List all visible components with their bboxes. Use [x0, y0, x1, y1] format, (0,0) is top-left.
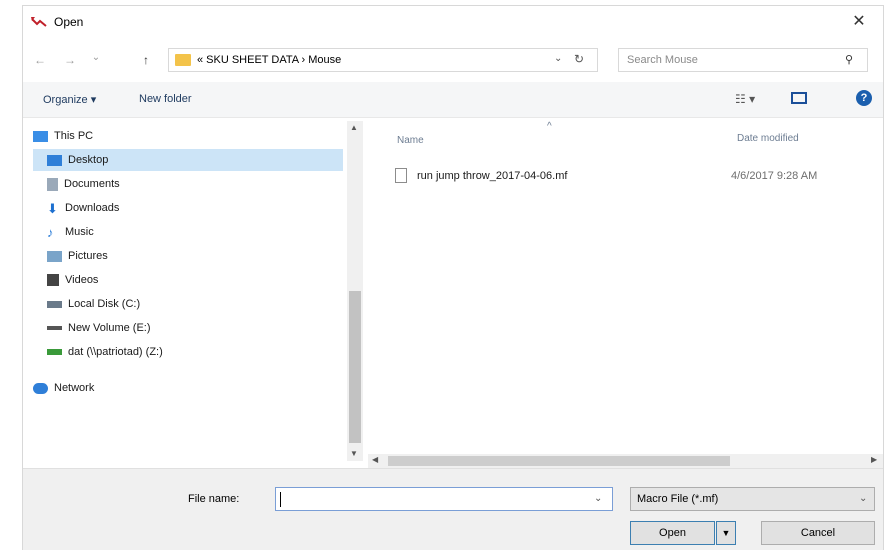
folder-icon — [175, 54, 191, 66]
file-name-label: File name: — [188, 493, 240, 505]
videos-icon — [47, 274, 59, 287]
nav-item-network[interactable]: Network — [33, 377, 343, 399]
documents-icon — [47, 177, 58, 191]
pictures-icon — [47, 250, 62, 262]
nav-item-documents[interactable]: Documents — [33, 173, 343, 195]
open-dialog: Open ✕ ← → ⌄ ↑ « SKU SHEET DATA › Mouse … — [22, 5, 884, 550]
file-type-value[interactable]: Macro File (*.mf) — [637, 493, 718, 505]
nav-item-desktop[interactable]: Desktop — [33, 149, 343, 171]
scroll-up-icon[interactable]: ▲ — [350, 123, 358, 132]
nav-item-pictures[interactable]: Pictures — [33, 245, 343, 267]
cancel-button[interactable]: Cancel — [761, 521, 875, 545]
network-drive-icon — [47, 349, 62, 356]
column-header-name[interactable]: Name — [397, 135, 424, 146]
organize-menu[interactable]: Organize ▾ — [43, 93, 96, 106]
close-button[interactable]: ✕ — [841, 10, 877, 34]
music-icon: ♪ — [47, 224, 54, 240]
file-icon — [395, 168, 407, 183]
file-type-dropdown-icon[interactable]: ⌄ — [859, 493, 867, 504]
computer-icon — [33, 130, 48, 142]
search-icon[interactable]: ⚲ — [845, 53, 853, 66]
file-name: run jump throw_2017-04-06.mf — [417, 170, 568, 182]
new-folder-button[interactable]: New folder — [139, 93, 192, 105]
scroll-left-icon[interactable]: ◀ — [372, 455, 378, 464]
nav-item-videos[interactable]: Videos — [33, 269, 343, 291]
search-input[interactable]: Search Mouse — [627, 54, 698, 66]
sort-indicator-icon: ^ — [547, 121, 552, 132]
file-list: Name ^ Date modified run jump throw_2017… — [375, 119, 883, 464]
drive-icon — [47, 326, 62, 331]
preview-pane-icon[interactable] — [791, 92, 807, 104]
text-caret — [280, 492, 281, 507]
dialog-footer: File name: ⌄ Macro File (*.mf) ⌄ Open ▼ … — [23, 468, 883, 550]
network-icon — [33, 382, 48, 394]
title-bar: Open ✕ — [23, 6, 883, 38]
nav-item-local-disk[interactable]: Local Disk (C:) — [33, 293, 343, 315]
nav-item-music[interactable]: ♪ Music — [33, 221, 343, 243]
refresh-icon[interactable]: ↻ — [574, 52, 584, 66]
forward-button[interactable]: → — [61, 50, 79, 70]
open-arrow-icon — [31, 17, 47, 27]
help-icon[interactable]: ? — [856, 90, 872, 106]
search-box[interactable]: Search Mouse ⚲ — [618, 48, 868, 72]
nav-item-this-pc[interactable]: This PC — [33, 125, 343, 147]
file-name-dropdown-icon[interactable]: ⌄ — [594, 493, 602, 504]
nav-pane-scrollbar[interactable]: ▲ ▼ — [347, 121, 363, 461]
nav-item-new-volume[interactable]: New Volume (E:) — [33, 317, 343, 339]
nav-item-network-drive[interactable]: dat (\\patriotad) (Z:) — [33, 341, 343, 363]
file-list-hscrollbar[interactable]: ◀ ▶ — [368, 454, 883, 468]
downloads-icon: ⬇ — [47, 200, 58, 216]
column-header-date[interactable]: Date modified — [737, 133, 799, 144]
open-split-dropdown-icon[interactable]: ▼ — [716, 521, 736, 545]
file-row[interactable]: run jump throw_2017-04-06.mf 4/6/2017 9:… — [395, 165, 875, 187]
navigation-bar: ← → ⌄ ↑ « SKU SHEET DATA › Mouse ⌄ ↻ Sea… — [23, 40, 883, 80]
hscrollbar-thumb[interactable] — [388, 456, 730, 466]
dialog-title: Open — [54, 15, 84, 29]
recent-locations-button[interactable]: ⌄ — [87, 48, 105, 68]
scrollbar-thumb[interactable] — [349, 291, 361, 443]
back-button[interactable]: ← — [31, 50, 49, 70]
change-view-icon[interactable]: ☷ ▾ — [735, 92, 755, 106]
file-date: 4/6/2017 9:28 AM — [731, 170, 818, 182]
address-path[interactable]: « SKU SHEET DATA › Mouse — [197, 54, 341, 66]
local-disk-icon — [47, 300, 62, 308]
nav-item-downloads[interactable]: ⬇ Downloads — [33, 197, 343, 219]
address-dropdown-icon[interactable]: ⌄ — [554, 53, 562, 64]
file-type-select[interactable]: Macro File (*.mf) ⌄ — [630, 487, 875, 511]
open-button[interactable]: Open — [630, 521, 715, 545]
up-button[interactable]: ↑ — [137, 50, 155, 70]
scroll-right-icon[interactable]: ▶ — [871, 455, 877, 464]
command-toolbar: Organize ▾ New folder ☷ ▾ ? — [23, 82, 883, 118]
scroll-down-icon[interactable]: ▼ — [350, 449, 358, 458]
address-bar[interactable]: « SKU SHEET DATA › Mouse ⌄ ↻ — [168, 48, 598, 72]
desktop-icon — [47, 154, 62, 166]
file-name-input[interactable]: ⌄ — [275, 487, 613, 511]
navigation-pane: This PC Desktop Documents ⬇ Downloads ♪ Mu… — [23, 119, 363, 464]
